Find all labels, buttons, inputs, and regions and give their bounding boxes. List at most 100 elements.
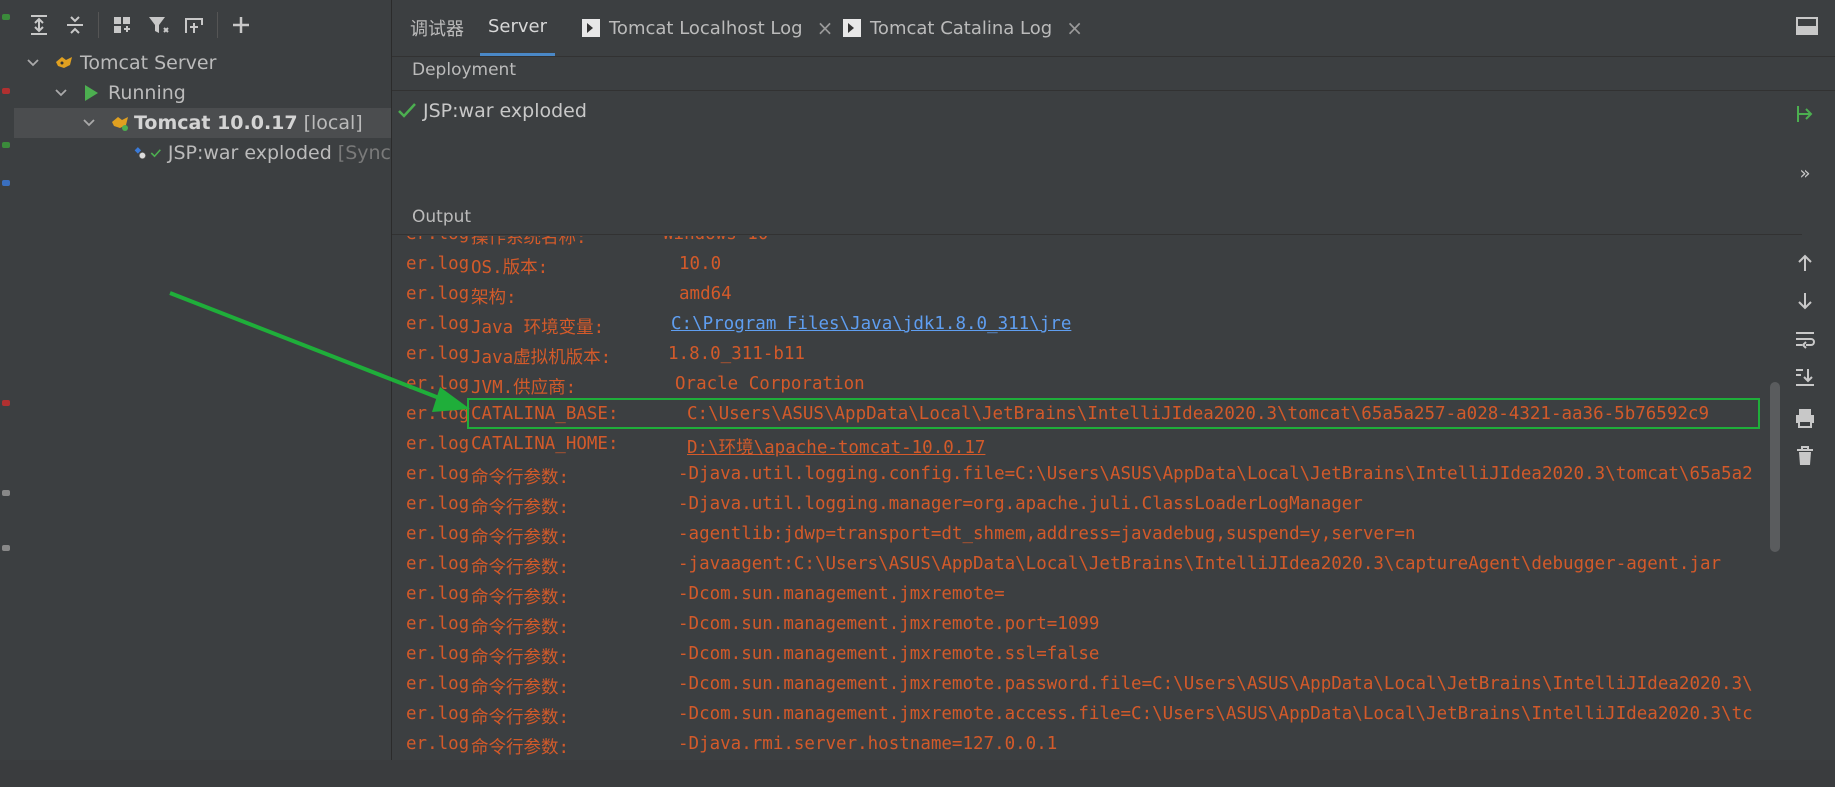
tree-node-artifact[interactable]: JSP:war exploded [Sync (14, 138, 391, 168)
tab-tomcat-catalina-log[interactable]: Tomcat Catalina Log × (843, 0, 1083, 56)
new-service-icon (185, 18, 203, 33)
scroll-to-end-button[interactable] (1792, 364, 1818, 390)
status-strip (0, 760, 1835, 787)
log-key: 命令行参数: (471, 648, 570, 668)
group-services-icon (114, 17, 130, 33)
tab-tomcat-localhost-log[interactable]: Tomcat Localhost Log × (582, 0, 833, 56)
deploy-icon (1797, 106, 1813, 122)
print-icon (1796, 409, 1814, 428)
log-line: er.log 命令行参数: -Dcom.sun.management.jmxremo… (406, 704, 1784, 734)
log-value: -Dcom.sun.management.jmxremote.access.fi… (678, 704, 1753, 724)
log-value: Oracle Corporation (675, 374, 865, 394)
clear-all-button[interactable] (1792, 443, 1818, 469)
tab-server[interactable]: Server (480, 0, 556, 56)
expand-all-button[interactable] (24, 10, 54, 40)
log-value: -Djava.util.logging.config.file=C:\Users… (678, 464, 1753, 484)
divider (392, 90, 1835, 91)
tree-node-running[interactable]: Running (14, 78, 391, 108)
chevron-down-icon[interactable] (82, 116, 96, 130)
gutter-mark (2, 400, 10, 406)
log-key: OS.版本: (471, 258, 549, 278)
log-prefix: er.log (406, 404, 470, 424)
gutter-mark (2, 180, 10, 186)
more-actions-button[interactable]: » (1792, 160, 1818, 186)
log-prefix: er.log (406, 236, 469, 244)
tab-localhost-label: Tomcat Localhost Log (609, 17, 803, 39)
tree-label-artifact: JSP:war exploded (167, 142, 332, 164)
console-icon (843, 19, 861, 37)
log-key: 命令行参数: (471, 738, 570, 758)
scroll-up-button[interactable] (1792, 250, 1818, 276)
log-value: 10.0 (679, 254, 722, 274)
log-key: 命令行参数: (471, 468, 570, 488)
close-icon[interactable]: × (1066, 16, 1083, 40)
scroll-down-button[interactable] (1792, 288, 1818, 314)
filter-button[interactable] (143, 10, 173, 40)
up-arrow-icon (1798, 254, 1812, 271)
tree-label-artifact-status: [Sync (337, 142, 391, 164)
log-line: er.log操作系统名称: Windows 10 (406, 236, 1784, 254)
log-key: 命令行参数: (471, 618, 570, 638)
output-console[interactable]: er.log操作系统名称:Windows 10er.logOS.版本:10.0e… (392, 236, 1784, 787)
services-toolbar (14, 0, 391, 50)
log-prefix: er.log (406, 674, 470, 694)
deployment-item[interactable]: JSP:war exploded (397, 95, 587, 127)
layout-icon (1796, 17, 1818, 35)
collapse-all-icon (67, 16, 83, 34)
collapse-all-button[interactable] (60, 10, 90, 40)
toolbar-separator (98, 12, 99, 38)
gutter-mark (2, 14, 10, 20)
log-prefix: er.log (406, 314, 470, 334)
log-line: er.log 命令行参数: -Djava.util.logging.manager=… (406, 494, 1784, 524)
log-value: -javaagent:C:\Users\ASUS\AppData\Local\J… (678, 554, 1722, 574)
checkmark-icon (398, 103, 416, 118)
artifact-web-icon (134, 147, 146, 160)
log-value: -Dcom.sun.management.jmxremote.ssl=false (678, 644, 1100, 664)
tree-label-running: Running (108, 82, 186, 104)
layout-options-button[interactable] (1795, 14, 1821, 40)
expand-all-icon (31, 15, 47, 35)
tab-server-label: Server (488, 16, 548, 37)
server-output-panel: 调试器 Server Tomcat Localhost Log × Tomcat… (392, 0, 1835, 787)
log-line: er.log 命令行参数: -Dcom.sun.management.jmxremo… (406, 614, 1784, 644)
close-icon[interactable]: × (817, 16, 834, 40)
filter-icon (149, 17, 169, 33)
log-prefix: er.log (406, 254, 470, 274)
console-scrollbar[interactable] (1770, 382, 1780, 552)
deploy-artifact-button[interactable] (1792, 101, 1818, 127)
tree-node-tomcat-server[interactable]: Tomcat Server (14, 48, 391, 78)
log-value[interactable]: C:\Program Files\Java\jdk1.8.0_311\jre (671, 314, 1071, 334)
log-prefix: er.log (406, 284, 470, 304)
log-key: 命令行参数: (471, 528, 570, 548)
chevron-down-icon[interactable] (26, 56, 40, 70)
new-service-button[interactable] (179, 10, 209, 40)
group-services-button[interactable] (107, 10, 137, 40)
log-prefix: er.log (406, 554, 470, 574)
log-prefix: er.log (406, 584, 470, 604)
services-tree: Tomcat Server Running Tomcat 10.0.17 [lo… (14, 48, 391, 168)
tree-label-tomcat-server: Tomcat Server (80, 52, 217, 74)
output-section-label: Output (412, 207, 472, 227)
add-button[interactable] (226, 10, 256, 40)
log-line: er.log OS.版本: 10.0 (406, 254, 1784, 284)
log-key: Java 环境变量: (471, 318, 605, 338)
soft-wrap-button[interactable] (1792, 326, 1818, 352)
tree-node-tomcat-instance[interactable]: Tomcat 10.0.17 [local] (14, 108, 391, 138)
console-icon (582, 19, 600, 37)
log-prefix: er.log (406, 704, 470, 724)
log-key: CATALINA_HOME: (471, 434, 619, 454)
log-key: 操作系统名称: (471, 236, 587, 248)
log-value[interactable]: D:\环境\apache-tomcat-10.0.17 (687, 434, 985, 459)
chevron-down-icon[interactable] (54, 86, 68, 100)
print-button[interactable] (1792, 405, 1818, 431)
log-key: 命令行参数: (471, 588, 570, 608)
log-value: -Dcom.sun.management.jmxremote.port=1099 (678, 614, 1100, 634)
log-line: er.log 命令行参数: -javaagent:C:\Users\ASUS\App… (406, 554, 1784, 584)
tab-debugger[interactable]: 调试器 (410, 0, 464, 56)
log-key: 命令行参数: (471, 708, 570, 728)
log-value: -agentlib:jdwp=transport=dt_shmem,addres… (678, 524, 1416, 544)
add-icon (233, 17, 249, 33)
log-value: -Dcom.sun.management.jmxremote.password.… (678, 674, 1753, 694)
gutter-mark (2, 545, 10, 551)
log-line: er.log 命令行参数: -Djava.util.logging.config.f… (406, 464, 1784, 494)
